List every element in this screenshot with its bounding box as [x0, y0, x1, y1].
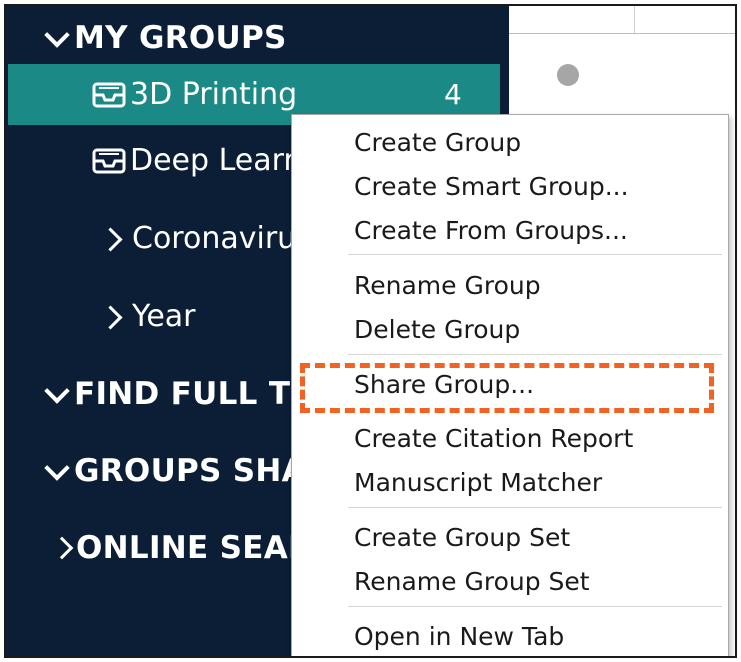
chevron-right-icon[interactable]: [52, 528, 76, 568]
section-label: GROUPS SHA: [74, 453, 306, 489]
column-header-bar: [509, 6, 735, 34]
section-online-search[interactable]: ONLINE SEAR: [42, 528, 312, 568]
menu-item-rename-group-set[interactable]: Rename Group Set: [354, 562, 590, 602]
menu-item-rename-group[interactable]: Rename Group: [354, 266, 541, 306]
group-count: 4: [444, 78, 462, 111]
group-label: Year: [132, 299, 196, 334]
menu-item-create-group[interactable]: Create Group: [354, 123, 521, 163]
tray-icon: [92, 147, 126, 175]
section-label: FIND FULL TE: [74, 376, 312, 412]
menu-item-delete-group[interactable]: Delete Group: [354, 310, 520, 350]
menu-separator: [348, 254, 722, 255]
menu-separator: [348, 507, 722, 508]
app-window: MY GROUPS 3D Printing 4 Deep Learr Coron…: [4, 4, 737, 658]
column-divider[interactable]: [634, 6, 635, 33]
highlight-annotation: [300, 363, 714, 413]
menu-item-create-smart-group[interactable]: Create Smart Group...: [354, 167, 629, 207]
section-find-full-text[interactable]: FIND FULL TE: [42, 374, 312, 414]
group-label: 3D Printing: [130, 77, 298, 112]
status-dot-icon: [557, 64, 579, 86]
section-groups-shared[interactable]: GROUPS SHA: [42, 451, 306, 491]
tray-icon: [92, 81, 126, 109]
chevron-right-icon[interactable]: [102, 219, 126, 259]
section-label: ONLINE SEAR: [76, 530, 313, 566]
menu-item-manuscript-matcher[interactable]: Manuscript Matcher: [354, 463, 602, 503]
menu-item-create-group-set[interactable]: Create Group Set: [354, 518, 570, 558]
chevron-down-icon[interactable]: [42, 374, 74, 414]
group-label: Deep Learr: [130, 143, 296, 178]
section-label: MY GROUPS: [74, 20, 287, 56]
menu-item-create-from-groups[interactable]: Create From Groups...: [354, 211, 628, 251]
menu-item-open-in-new-tab[interactable]: Open in New Tab: [354, 617, 564, 656]
chevron-right-icon[interactable]: [102, 297, 126, 337]
menu-item-create-citation-report[interactable]: Create Citation Report: [354, 419, 633, 459]
menu-separator: [348, 354, 722, 355]
menu-separator: [348, 606, 722, 607]
group-label: Coronaviru: [132, 221, 297, 256]
chevron-down-icon[interactable]: [42, 451, 74, 491]
chevron-down-icon[interactable]: [42, 18, 74, 58]
section-my-groups[interactable]: MY GROUPS: [42, 18, 287, 58]
